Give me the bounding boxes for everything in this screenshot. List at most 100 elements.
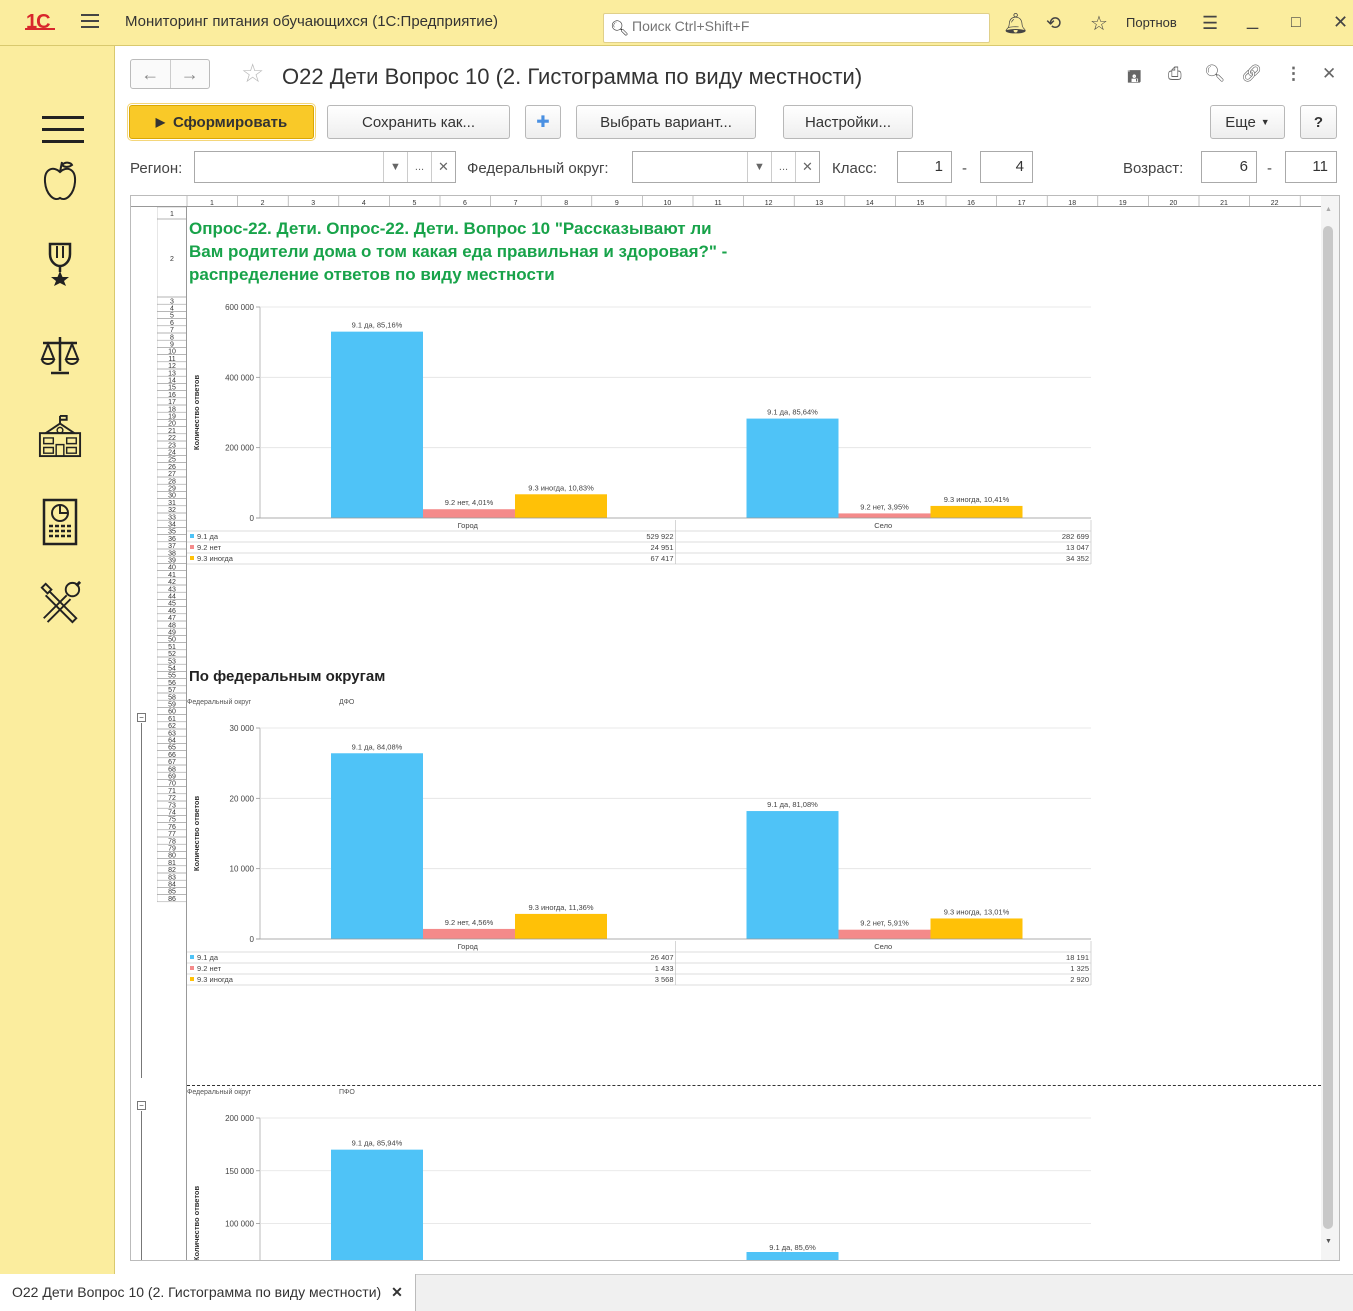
select-icon[interactable]: ... <box>771 152 795 182</box>
class-from-input[interactable]: 1 <box>897 151 952 183</box>
search-box[interactable]: 🔍︎ <box>603 13 990 43</box>
column-number: 4 <box>362 200 366 207</box>
table-value: 1 433 <box>655 964 674 973</box>
data-label: 9.2 нет, 5,91% <box>860 919 909 928</box>
scrollbar-thumb[interactable] <box>1323 226 1333 1229</box>
award-icon[interactable] <box>38 239 82 289</box>
settings-button[interactable]: Настройки... <box>783 105 913 139</box>
column-number: 9 <box>615 200 619 207</box>
more-button[interactable]: Еще ▼ <box>1210 105 1285 139</box>
y-axis-label: Количество ответов <box>192 796 201 872</box>
close-icon[interactable]: ✕ <box>1333 12 1348 33</box>
report-icon[interactable] <box>38 497 82 547</box>
y-tick-label: 0 <box>250 935 255 944</box>
charts-layer: 0 200 000 400 000 600 000 Количество ответов… <box>187 303 1092 1260</box>
collapse-group-icon[interactable]: − <box>137 1101 146 1110</box>
settings-menu-icon[interactable]: ☰ <box>1202 13 1218 34</box>
spreadsheet[interactable]: 1234567891011121314151617181920212223 − … <box>130 195 1340 1261</box>
form-close-icon[interactable]: ✕ <box>1322 64 1336 84</box>
legend-swatch-yes <box>190 534 194 538</box>
bell-icon[interactable]: 🔔︎ <box>1003 11 1028 36</box>
help-button[interactable]: ? <box>1300 105 1337 139</box>
column-number: 16 <box>967 200 975 207</box>
scroll-up-icon[interactable]: ▲ <box>1325 206 1332 213</box>
dropdown-icon[interactable]: ▼ <box>383 152 407 182</box>
column-number: 11 <box>714 200 721 207</box>
move-icon[interactable]: ✚ <box>525 105 561 139</box>
y-tick-label: 600 000 <box>225 303 254 312</box>
bar-chart-1: 0 200 000 400 000 600 000 Количество ответов… <box>187 303 1092 565</box>
bar-yes <box>331 1149 423 1260</box>
clear-icon[interactable]: ✕ <box>431 152 455 182</box>
favorites-star-icon[interactable]: ☆ <box>1090 11 1108 36</box>
print-icon[interactable]: ⎙ <box>1168 64 1182 84</box>
main-menu-icon[interactable] <box>81 14 99 28</box>
search-input[interactable] <box>632 18 972 34</box>
more-vertical-icon[interactable]: ⋮ <box>1285 64 1302 84</box>
save-disk-icon[interactable]: 🖪︎ <box>1127 64 1141 93</box>
school-icon[interactable] <box>38 411 82 461</box>
choose-variant-button[interactable]: Выбрать вариант... <box>576 105 756 139</box>
y-tick-label: 100 000 <box>225 1220 254 1229</box>
category-label: Город <box>458 521 479 530</box>
select-icon[interactable]: ... <box>407 152 431 182</box>
user-name[interactable]: Портнов <box>1126 15 1177 30</box>
y-tick-label: 400 000 <box>225 373 254 382</box>
fed-district-input[interactable] <box>633 152 747 182</box>
y-tick-label: 20 000 <box>230 794 255 803</box>
age-dash: - <box>1267 160 1272 177</box>
dropdown-icon[interactable]: ▼ <box>747 152 771 182</box>
sections-panel <box>0 46 115 1274</box>
age-from-input[interactable]: 6 <box>1201 151 1257 183</box>
bar-sometimes <box>930 918 1023 939</box>
preview-icon[interactable]: 🔍︎ <box>1204 64 1226 84</box>
bar-no <box>423 928 515 939</box>
column-number: 3 <box>311 200 315 207</box>
generate-button[interactable]: ▶ Сформировать <box>127 103 316 141</box>
history-icon[interactable]: ⟲ <box>1046 13 1061 34</box>
table-value: 34 352 <box>1066 554 1089 563</box>
data-label: 9.3 иногда, 11,36% <box>528 903 593 912</box>
all-functions-icon[interactable] <box>42 116 84 150</box>
maximize-icon[interactable]: □ <box>1291 14 1301 32</box>
open-window-tab[interactable]: О22 Дети Вопрос 10 (2. Гистограмма по ви… <box>0 1274 416 1311</box>
1c-logo-icon[interactable]: 1С <box>25 11 55 34</box>
data-label: 9.3 иногда, 10,41% <box>944 495 1010 504</box>
vertical-scrollbar[interactable]: ▲ ▼ <box>1321 196 1339 1260</box>
column-number: 5 <box>412 200 416 207</box>
clear-icon[interactable]: ✕ <box>795 152 819 182</box>
region-field[interactable]: ▼ ... ✕ <box>194 151 456 183</box>
save-as-button[interactable]: Сохранить как... <box>327 105 510 139</box>
bar-yes <box>331 331 423 518</box>
column-number: 1 <box>210 200 214 207</box>
collapse-group-icon[interactable]: − <box>137 713 146 722</box>
bar-chart-2: 0 10 000 20 000 30 000 Количество ответов 9.1… <box>187 724 1092 986</box>
region-input[interactable] <box>195 152 383 182</box>
bar-no <box>423 509 515 518</box>
forward-arrow-icon[interactable]: → <box>169 60 210 88</box>
bar-yes <box>746 418 839 518</box>
age-label: Возраст: <box>1123 160 1184 177</box>
apple-icon[interactable] <box>38 157 82 207</box>
tab-close-icon[interactable]: ✕ <box>391 1284 403 1300</box>
column-number: 6 <box>463 200 467 207</box>
column-number: 8 <box>564 200 568 207</box>
class-to-input[interactable]: 4 <box>980 151 1033 183</box>
category-label: Село <box>874 942 892 951</box>
link-icon[interactable]: 🔗︎ <box>1241 64 1263 84</box>
favorite-star-icon[interactable]: ☆ <box>241 58 264 89</box>
column-number: 12 <box>765 200 773 207</box>
legend-label: 9.2 нет <box>197 543 222 552</box>
column-number: 20 <box>1170 200 1178 207</box>
data-label: 9.1 да, 84,08% <box>352 742 403 751</box>
dropdown-icon: ▼ <box>1260 117 1270 127</box>
scroll-down-icon[interactable]: ▼ <box>1325 1238 1332 1245</box>
app-title: Мониторинг питания обучающихся (1С:Предп… <box>125 13 498 30</box>
age-to-input[interactable]: 11 <box>1285 151 1337 183</box>
fed-district-field[interactable]: ▼ ... ✕ <box>632 151 820 183</box>
scales-icon[interactable] <box>38 330 82 380</box>
category-label: Село <box>874 521 892 530</box>
back-arrow-icon[interactable]: ← <box>131 60 170 88</box>
tools-icon[interactable] <box>38 577 82 627</box>
minimize-icon[interactable]: _ <box>1247 8 1258 31</box>
